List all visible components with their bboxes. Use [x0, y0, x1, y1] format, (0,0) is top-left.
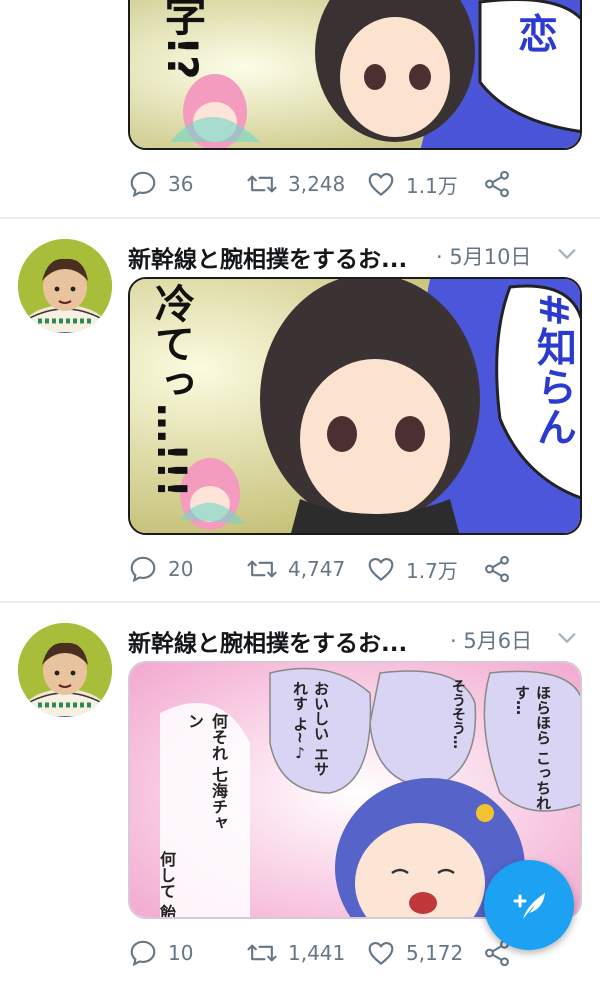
- retweet-icon: [247, 560, 277, 578]
- author-name[interactable]: 新幹線と腕相撲をするお...: [128, 624, 428, 658]
- retweet-button[interactable]: 1,441: [246, 937, 345, 969]
- share-button[interactable]: [482, 168, 512, 200]
- compose-tweet-icon: [513, 893, 545, 919]
- chevron-down-icon[interactable]: [556, 627, 578, 649]
- tweet-2[interactable]: 新幹線と腕相撲をするお... · 5月10日 冷てっ…!!! #知らん 20 4…: [0, 219, 600, 603]
- tweet-1[interactable]: 字!? 恋 36 3,248 1.1万: [0, 0, 600, 218]
- art-text-bubble-1: ほらほら こっちれす…: [513, 685, 552, 811]
- tweet-2-image[interactable]: 冷てっ…!!! #知らん: [128, 277, 582, 535]
- art-text-bubble-2: そうそう…: [450, 679, 466, 749]
- reply-count: 10: [168, 941, 194, 965]
- art-text-left: 冷てっ…!!!: [148, 283, 194, 498]
- art-text-bubble-4: 何それ 七海チャン: [185, 713, 228, 831]
- art-text-left: 字!?: [158, 0, 207, 80]
- reply-icon: [130, 940, 156, 967]
- reply-count: 20: [168, 557, 194, 581]
- reply-button[interactable]: 36: [128, 168, 193, 200]
- like-count: 5,172: [406, 941, 464, 965]
- tweet-1-image[interactable]: 字!? 恋: [128, 0, 582, 150]
- avatar-illustration: [18, 239, 112, 333]
- reply-count: 36: [168, 172, 194, 196]
- reply-button[interactable]: 10: [128, 937, 193, 969]
- retweet-count: 4,747: [288, 557, 346, 581]
- avatar[interactable]: [18, 623, 112, 717]
- retweet-count: 1,441: [288, 941, 346, 965]
- art-text-bubble-3: おいしい エサれす よ~♪: [291, 681, 330, 777]
- author-name[interactable]: 新幹線と腕相撲をするお...: [128, 240, 428, 274]
- retweet-icon: [247, 175, 277, 193]
- art-text-right: 恋: [518, 12, 558, 58]
- like-count: 1.7万: [406, 558, 458, 583]
- like-button[interactable]: 5,172: [366, 937, 463, 969]
- chevron-down-icon[interactable]: [556, 243, 578, 265]
- retweet-count: 3,248: [288, 172, 346, 196]
- retweet-icon: [247, 944, 277, 962]
- tweet-1-actions: 36 3,248 1.1万: [128, 168, 588, 200]
- reply-button[interactable]: 20: [128, 553, 193, 585]
- share-icon: [485, 555, 509, 583]
- heart-icon: [368, 172, 394, 196]
- like-count: 1.1万: [406, 173, 458, 198]
- like-button[interactable]: 1.1万: [366, 168, 458, 200]
- retweet-button[interactable]: 4,747: [246, 553, 345, 585]
- reply-icon: [130, 556, 156, 583]
- like-button[interactable]: 1.7万: [366, 553, 458, 585]
- share-icon: [485, 170, 509, 198]
- heart-icon: [368, 557, 394, 581]
- tweet-date[interactable]: · 5月6日: [450, 625, 532, 655]
- reply-icon: [130, 171, 156, 198]
- heart-icon: [368, 941, 394, 965]
- compose-tweet-button[interactable]: [484, 860, 574, 950]
- tweet-date[interactable]: · 5月10日: [436, 241, 531, 271]
- retweet-button[interactable]: 3,248: [246, 168, 345, 200]
- share-button[interactable]: [482, 553, 512, 585]
- art-text-bubble-5: 何して 飴: [157, 851, 176, 919]
- tweet-2-actions: 20 4,747 1.7万: [128, 553, 588, 585]
- avatar-illustration: [18, 623, 112, 717]
- avatar[interactable]: [18, 239, 112, 333]
- art-text-right: #知らん: [530, 293, 576, 447]
